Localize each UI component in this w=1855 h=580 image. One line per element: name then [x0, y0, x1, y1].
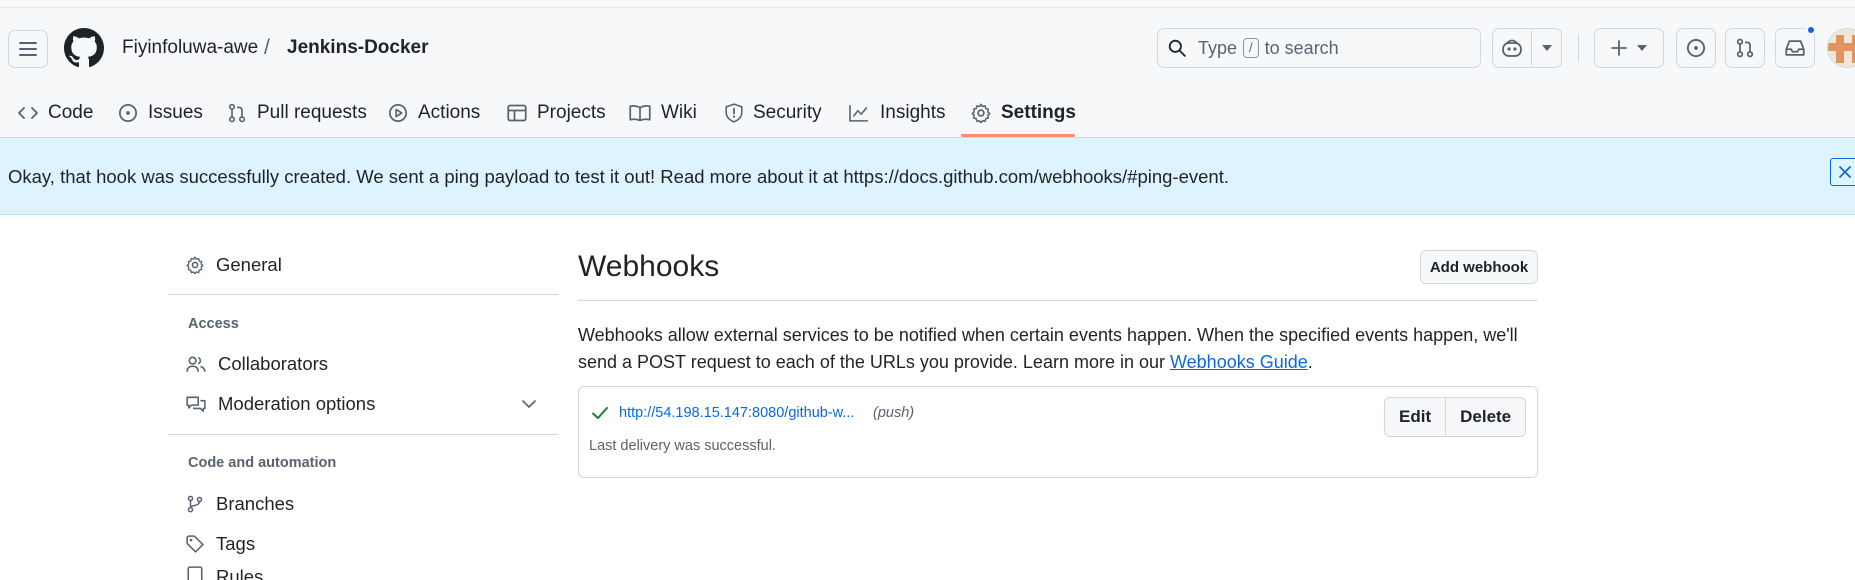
tab-settings-label: Settings — [1001, 102, 1076, 123]
sidebar-divider — [168, 294, 558, 295]
header-divider — [1578, 34, 1579, 62]
check-icon — [592, 407, 608, 419]
user-avatar[interactable] — [1827, 28, 1855, 68]
graph-icon — [849, 105, 868, 122]
tab-issues-label: Issues — [148, 102, 203, 123]
issue-opened-icon — [119, 104, 137, 122]
git-pull-request-icon — [228, 103, 246, 123]
play-icon — [389, 104, 407, 122]
sidebar-item-collaborators-label: Collaborators — [218, 353, 329, 374]
delete-webhook-button[interactable]: Delete — [1445, 398, 1525, 436]
gear-icon — [971, 103, 991, 123]
copilot-button[interactable] — [1492, 28, 1562, 68]
sidebar-item-tags-label: Tags — [216, 533, 256, 554]
sidebar-item-moderation[interactable]: Moderation options — [186, 386, 558, 422]
breadcrumb-owner[interactable]: Fiyinfoluwa-awe — [122, 37, 258, 59]
add-webhook-button[interactable]: Add webhook — [1420, 250, 1538, 284]
code-icon — [18, 107, 38, 119]
sidebar-divider — [168, 434, 558, 435]
notification-indicator — [1806, 25, 1816, 35]
sidebar-item-general-label: General — [216, 254, 282, 275]
copilot-icon — [1502, 39, 1522, 57]
title-divider — [578, 300, 1538, 301]
menu-button[interactable] — [8, 30, 48, 68]
people-icon — [186, 356, 206, 372]
app-header: Fiyinfoluwa-awe / Jenkins-Docker Type / … — [0, 0, 1855, 138]
close-icon — [1839, 166, 1851, 178]
webhook-delivery-status: Last delivery was successful. — [589, 438, 776, 454]
search-placeholder-prefix: Type — [1198, 37, 1238, 58]
sidebar-item-rules[interactable]: Rules — [186, 566, 263, 580]
plus-icon — [1611, 40, 1627, 56]
tag-icon — [186, 535, 204, 553]
comment-discussion-icon — [186, 396, 206, 412]
git-pull-request-icon — [1736, 38, 1754, 58]
edit-webhook-button[interactable]: Edit — [1385, 398, 1445, 436]
inbox-icon — [1785, 40, 1805, 56]
webhook-url-link[interactable]: http://54.198.15.147:8080/github-w... — [619, 405, 854, 421]
webhooks-guide-link[interactable]: Webhooks Guide — [1170, 352, 1308, 372]
chevron-down-icon — [1637, 45, 1647, 51]
tab-insights[interactable]: Insights — [848, 88, 945, 138]
tab-security-label: Security — [753, 102, 822, 123]
tab-code[interactable]: Code — [18, 88, 93, 138]
webhook-item: http://54.198.15.147:8080/github-w... (p… — [578, 386, 1538, 478]
sidebar-item-moderation-label: Moderation options — [218, 393, 376, 414]
tab-security[interactable]: Security — [725, 88, 822, 138]
sidebar-item-collaborators[interactable]: Collaborators — [186, 346, 328, 382]
chevron-down-icon[interactable] — [522, 400, 536, 408]
webhook-actions: Edit Delete — [1384, 397, 1527, 437]
sidebar-item-branches-label: Branches — [216, 493, 295, 514]
tab-wiki[interactable]: Wiki — [629, 88, 697, 138]
tab-actions-label: Actions — [418, 102, 481, 123]
issues-button[interactable] — [1676, 28, 1716, 68]
header-top-border — [0, 0, 1855, 8]
create-new-button[interactable] — [1594, 28, 1664, 68]
shield-icon — [725, 103, 743, 123]
pull-requests-button[interactable] — [1725, 28, 1765, 68]
sidebar-item-tags[interactable]: Tags — [186, 526, 255, 562]
sidebar-heading-code-automation: Code and automation — [188, 455, 337, 471]
tab-code-label: Code — [48, 102, 94, 123]
flash-banner: Okay, that hook was successfully created… — [0, 138, 1855, 215]
sidebar-item-rules-label: Rules — [216, 566, 264, 580]
tab-actions[interactable]: Actions — [388, 88, 480, 138]
table-icon — [507, 104, 527, 122]
search-shortcut-key: / — [1243, 38, 1259, 58]
book-icon — [629, 105, 651, 122]
rules-icon — [187, 566, 203, 580]
sidebar-heading-access: Access — [188, 316, 239, 332]
github-logo-icon[interactable] — [64, 28, 104, 68]
search-icon — [1168, 39, 1186, 57]
webhook-events: (push) — [873, 405, 915, 421]
breadcrumb-repo[interactable]: Jenkins-Docker — [287, 37, 429, 59]
tab-pull-requests[interactable]: Pull requests — [227, 88, 367, 138]
tab-selected-indicator — [961, 134, 1075, 137]
tab-projects-label: Projects — [537, 102, 606, 123]
flash-message: Okay, that hook was successfully created… — [8, 166, 1229, 187]
chevron-down-icon — [1542, 45, 1552, 51]
tab-wiki-label: Wiki — [661, 102, 697, 123]
webhooks-description: Webhooks allow external services to be n… — [578, 322, 1538, 376]
page-title: Webhooks — [578, 250, 720, 283]
issue-opened-icon — [1686, 38, 1706, 58]
hamburger-icon — [19, 42, 37, 56]
tab-issues[interactable]: Issues — [118, 88, 203, 138]
tab-settings[interactable]: Settings — [971, 88, 1076, 138]
avatar-identicon-icon — [1828, 35, 1855, 63]
gear-icon — [186, 256, 204, 274]
description-end: . — [1307, 352, 1313, 372]
sidebar-item-general[interactable]: General — [186, 247, 282, 283]
git-branch-icon — [187, 495, 203, 513]
flash-close-button[interactable] — [1830, 158, 1855, 186]
tab-insights-label: Insights — [880, 102, 946, 123]
search-placeholder: Type / to search — [1198, 38, 1339, 59]
breadcrumb-separator: / — [264, 36, 270, 59]
search-placeholder-suffix: to search — [1264, 37, 1339, 58]
search-input[interactable]: Type / to search — [1157, 28, 1481, 68]
sidebar-item-branches[interactable]: Branches — [186, 486, 294, 522]
tab-projects[interactable]: Projects — [507, 88, 606, 138]
description-text: Webhooks allow external services to be n… — [578, 325, 1518, 372]
tab-pull-requests-label: Pull requests — [257, 102, 367, 123]
